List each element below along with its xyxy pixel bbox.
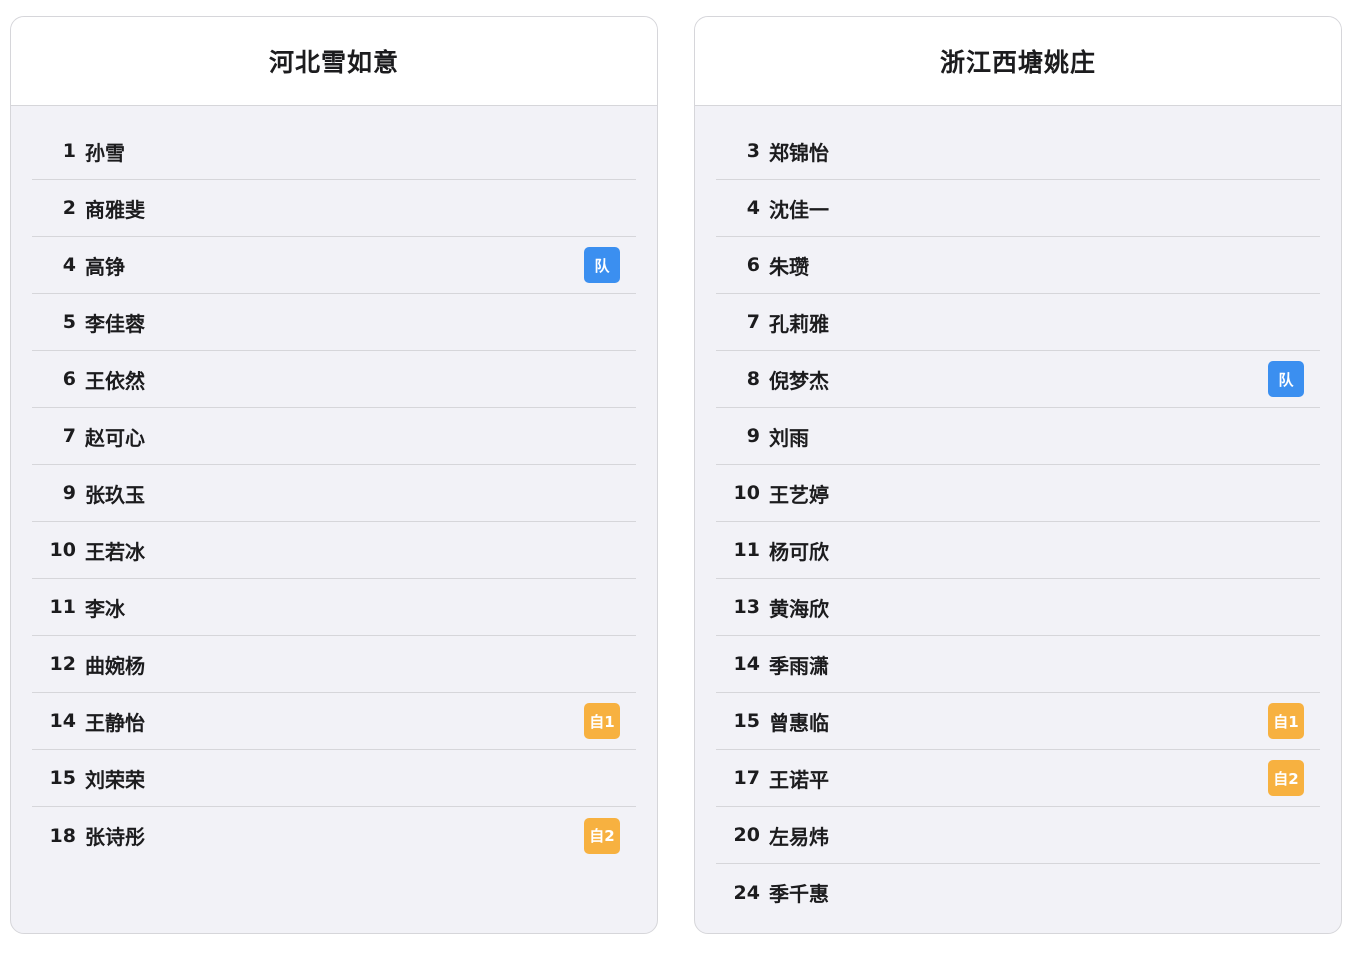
team-card-header: 河北雪如意 bbox=[11, 17, 657, 106]
player-row: 14 王静怡 自1 bbox=[32, 693, 636, 750]
player-name: 郑锦怡 bbox=[769, 140, 829, 165]
player-list: 3 郑锦怡 4 沈佳一 6 朱瓒 7 孔莉雅 8 倪梦杰 队 9 刘雨 10 王艺婷 11 杨可欣 13 黄海欣 14… bbox=[695, 123, 1341, 921]
player-name: 沈佳一 bbox=[769, 197, 829, 222]
team-card-right: 浙江西塘姚庄 3 郑锦怡 4 沈佳一 6 朱瓒 7 孔莉雅 8 倪梦杰 队 9 刘雨 10 王艺婷 11 杨可欣… bbox=[694, 16, 1342, 934]
player-number: 7 bbox=[746, 311, 760, 333]
player-name: 张玖玉 bbox=[85, 482, 145, 507]
player-row: 3 郑锦怡 bbox=[716, 123, 1320, 180]
player-number: 10 bbox=[49, 539, 76, 561]
player-row: 2 商雅斐 bbox=[32, 180, 636, 237]
player-name: 高铮 bbox=[85, 254, 125, 279]
player-name: 左易炜 bbox=[769, 824, 829, 849]
player-row: 1 孙雪 bbox=[32, 123, 636, 180]
player-name: 刘雨 bbox=[769, 425, 809, 450]
player-row: 14 季雨潇 bbox=[716, 636, 1320, 693]
player-number: 20 bbox=[733, 824, 760, 846]
player-number: 15 bbox=[733, 710, 760, 732]
player-number: 5 bbox=[62, 311, 76, 333]
player-name: 王艺婷 bbox=[769, 482, 829, 507]
player-row: 11 李冰 bbox=[32, 579, 636, 636]
player-number: 6 bbox=[62, 368, 76, 390]
player-name: 张诗彤 bbox=[85, 825, 145, 849]
player-name: 杨可欣 bbox=[769, 539, 829, 564]
player-number: 18 bbox=[49, 824, 76, 847]
player-number: 3 bbox=[746, 140, 760, 162]
player-number: 10 bbox=[733, 482, 760, 504]
player-row: 15 曾惠临 自1 bbox=[716, 693, 1320, 750]
player-name: 朱瓒 bbox=[769, 254, 809, 279]
player-name: 曲婉杨 bbox=[85, 653, 145, 678]
player-number: 24 bbox=[733, 881, 760, 904]
player-row: 7 赵可心 bbox=[32, 408, 636, 465]
player-name: 孔莉雅 bbox=[769, 311, 829, 336]
player-row: 10 王艺婷 bbox=[716, 465, 1320, 522]
player-number: 6 bbox=[746, 254, 760, 276]
player-name: 季雨潇 bbox=[769, 653, 829, 678]
player-row: 13 黄海欣 bbox=[716, 579, 1320, 636]
player-row: 6 朱瓒 bbox=[716, 237, 1320, 294]
player-row: 8 倪梦杰 队 bbox=[716, 351, 1320, 408]
player-number: 4 bbox=[746, 197, 760, 219]
player-row: 12 曲婉杨 bbox=[32, 636, 636, 693]
wildcard-badge: 自1 bbox=[584, 703, 620, 739]
captain-badge: 队 bbox=[584, 247, 620, 283]
player-number: 1 bbox=[62, 140, 76, 162]
player-number: 13 bbox=[733, 596, 760, 618]
player-row: 5 李佳蓉 bbox=[32, 294, 636, 351]
player-row: 11 杨可欣 bbox=[716, 522, 1320, 579]
player-number: 11 bbox=[733, 539, 760, 561]
player-row: 6 王依然 bbox=[32, 351, 636, 408]
player-name: 王静怡 bbox=[85, 710, 145, 735]
player-name: 王依然 bbox=[85, 368, 145, 393]
player-number: 14 bbox=[49, 710, 76, 732]
wildcard-badge: 自1 bbox=[1268, 703, 1304, 739]
player-name: 曾惠临 bbox=[769, 710, 829, 735]
player-number: 12 bbox=[49, 653, 76, 675]
player-number: 9 bbox=[746, 425, 760, 447]
player-name: 李冰 bbox=[85, 596, 125, 621]
wildcard-badge: 自2 bbox=[584, 817, 620, 854]
player-name: 季千惠 bbox=[769, 882, 829, 906]
player-name: 赵可心 bbox=[85, 425, 145, 450]
player-number: 9 bbox=[62, 482, 76, 504]
player-number: 4 bbox=[62, 254, 76, 276]
player-name: 刘荣荣 bbox=[85, 767, 145, 792]
player-number: 11 bbox=[49, 596, 76, 618]
player-name: 王诺平 bbox=[769, 767, 829, 792]
player-row: 4 高铮 队 bbox=[32, 237, 636, 294]
player-number: 17 bbox=[733, 767, 760, 789]
player-name: 王若冰 bbox=[85, 539, 145, 564]
player-name: 黄海欣 bbox=[769, 596, 829, 621]
team-name: 浙江西塘姚庄 bbox=[939, 48, 1096, 77]
player-row: 10 王若冰 bbox=[32, 522, 636, 579]
player-name: 李佳蓉 bbox=[85, 311, 145, 336]
player-row: 17 王诺平 自2 bbox=[716, 750, 1320, 807]
team-card-header: 浙江西塘姚庄 bbox=[695, 17, 1341, 106]
player-list: 1 孙雪 2 商雅斐 4 高铮 队 5 李佳蓉 6 王依然 7 赵可心 9 张玖玉 10 王若冰 11 李冰 12 曲婉… bbox=[11, 123, 657, 864]
player-number: 14 bbox=[733, 653, 760, 675]
team-card-left: 河北雪如意 1 孙雪 2 商雅斐 4 高铮 队 5 李佳蓉 6 王依然 7 赵可心 9 张玖玉 10 王若冰 11… bbox=[10, 16, 658, 934]
player-number: 8 bbox=[746, 368, 760, 390]
player-name: 商雅斐 bbox=[85, 197, 145, 222]
player-number: 7 bbox=[62, 425, 76, 447]
player-row: 18 张诗彤 自2 bbox=[32, 807, 636, 864]
player-row: 9 刘雨 bbox=[716, 408, 1320, 465]
player-name: 倪梦杰 bbox=[769, 368, 829, 393]
player-row: 9 张玖玉 bbox=[32, 465, 636, 522]
player-number: 15 bbox=[49, 767, 76, 789]
player-row: 24 季千惠 bbox=[716, 864, 1320, 921]
player-row: 15 刘荣荣 bbox=[32, 750, 636, 807]
player-row: 4 沈佳一 bbox=[716, 180, 1320, 237]
player-name: 孙雪 bbox=[85, 140, 125, 165]
player-row: 7 孔莉雅 bbox=[716, 294, 1320, 351]
wildcard-badge: 自2 bbox=[1268, 760, 1304, 796]
player-number: 2 bbox=[62, 197, 76, 219]
player-row: 20 左易炜 bbox=[716, 807, 1320, 864]
team-name: 河北雪如意 bbox=[268, 48, 399, 77]
roster-page: 河北雪如意 1 孙雪 2 商雅斐 4 高铮队 5 李佳蓉 6 王依然 7 赵可心 9 张玖玉 10 王若冰 11… bbox=[0, 0, 1356, 956]
captain-badge: 队 bbox=[1268, 361, 1304, 397]
